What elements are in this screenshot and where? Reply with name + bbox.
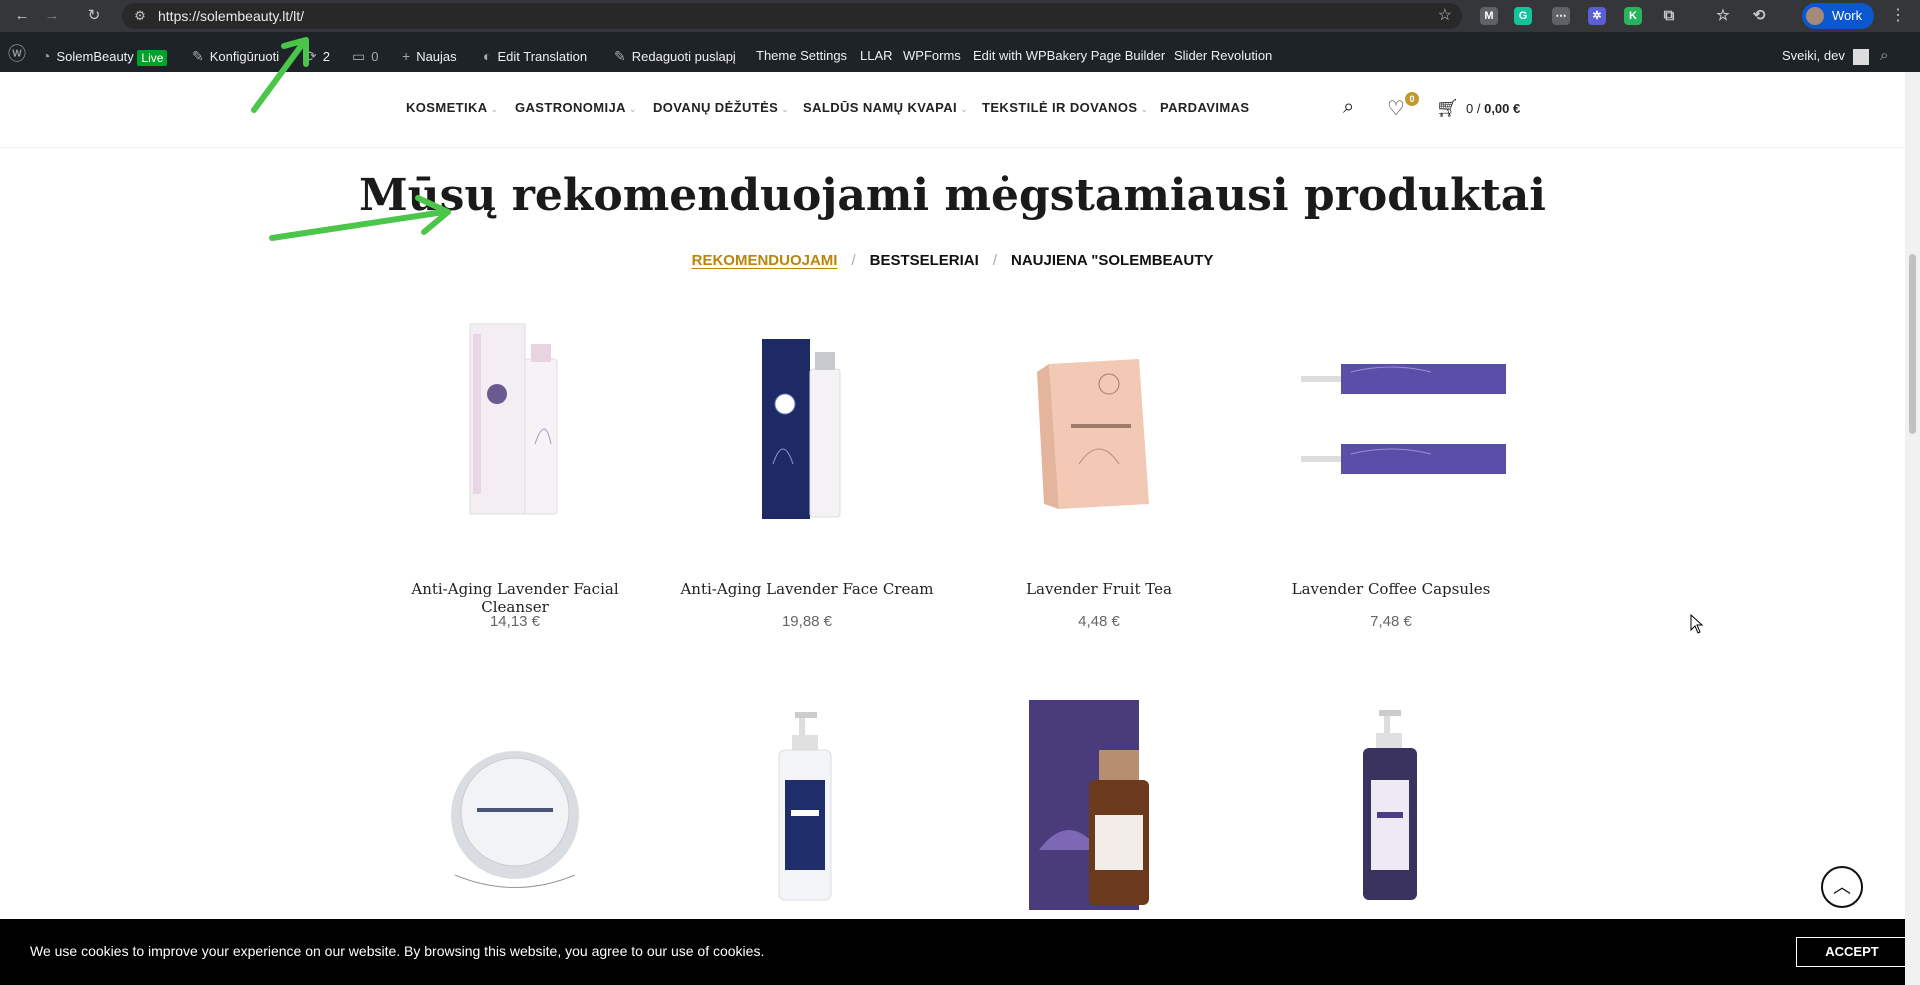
bookmarks-icon[interactable]: ☆ [1714,7,1732,25]
admin-theme-settings[interactable]: Theme Settings [756,32,847,72]
tab-2[interactable]: BESTSELERIAI [870,252,979,269]
product-card[interactable]: Lavender Coffee Capsules 7,48 € [1256,314,1526,630]
nav-item-3[interactable]: DOVANŲ DĖŽUTĖS ⌄ [653,100,789,115]
product-image[interactable] [1291,314,1506,524]
admin-search-icon[interactable]: ⌕ [1880,32,1888,72]
product-card[interactable]: Lavender Fruit Tea 4,48 € [964,314,1234,630]
nav-item-1[interactable]: KOSMETIKA ⌄ [406,100,499,115]
admin-llar[interactable]: LLAR [860,32,893,72]
product-image[interactable] [999,314,1199,524]
page-scrollbar[interactable] [1905,72,1920,985]
product-image[interactable] [999,700,1199,910]
bookmark-star-icon[interactable]: ☆ [1438,7,1452,25]
profile-button[interactable]: Work [1802,3,1874,29]
site-info-icon[interactable]: ⚙ [132,8,148,24]
product-price: 14,13 € [489,613,541,630]
chevron-up-icon: ︿ [1833,877,1851,897]
history-icon[interactable]: ⟲ [1750,7,1768,25]
accept-cookies-button[interactable]: ACCEPT [1796,937,1908,967]
scrollbar-thumb[interactable] [1909,254,1916,434]
browser-menu-icon[interactable]: ⋮ [1890,6,1906,26]
product-price: 7,48 € [1370,613,1412,630]
live-badge: Live [137,49,168,66]
translate-icon: ◐ [483,48,492,64]
admin-wpbakery[interactable]: Edit with WPBakery Page Builder [973,32,1165,72]
chevron-down-icon: ⌄ [960,104,969,114]
wishlist-count-badge: 0 [1405,92,1419,106]
m-extension-icon[interactable]: M [1480,7,1498,25]
product-image[interactable] [415,314,615,524]
ai-extension-icon[interactable]: ✲ [1588,7,1606,25]
plus-icon: + [402,48,411,64]
chevron-down-icon: ⌄ [1140,104,1149,114]
url-text[interactable]: https://solembeauty.lt/lt/ [158,3,304,29]
forward-icon[interactable]: → [42,6,62,26]
product-image[interactable] [1291,700,1491,910]
admin-comments[interactable]: ▭ 0 [352,32,378,72]
avatar [1806,7,1824,25]
tab-3[interactable]: NAUJIENA "SOLEMBEAUTY [1011,252,1213,269]
admin-account[interactable]: Sveiki, dev [1782,32,1869,72]
profile-name: Work [1832,8,1863,23]
product-name[interactable]: Anti-Aging Lavender Facial Cleanser [380,580,650,616]
product-image[interactable] [707,700,907,910]
product-image[interactable] [415,700,615,910]
admin-customize[interactable]: ✎ Konfigūruoti [192,32,279,72]
comment-icon: ▭ [352,48,366,64]
nav-item-4[interactable]: SALDŪS NAMŲ KVAPAI ⌄ [803,100,968,115]
tab-1[interactable]: REKOMENDUOJAMI [692,252,838,269]
product-name[interactable]: Lavender Coffee Capsules [1256,580,1526,598]
admin-slider-revolution[interactable]: Slider Revolution [1174,32,1272,72]
address-bar[interactable]: ⚙ https://solembeauty.lt/lt/ ☆ [122,3,1462,29]
wordpress-logo-icon[interactable]: ⓦ [8,32,26,72]
product-price: 4,48 € [1078,613,1120,630]
chevron-down-icon: ⌄ [628,104,637,114]
cookie-message: We use cookies to improve your experienc… [30,943,765,959]
tab-separator: / [851,252,856,269]
tab-separator: / [992,252,997,269]
reload-icon[interactable]: ↻ [84,6,104,26]
admin-site-name[interactable]: ◔ SolemBeauty Live [42,32,168,72]
mouse-cursor-icon [1690,614,1704,634]
product-card[interactable]: Anti-Aging Lavender Facial Cleanser 14,13… [380,314,650,630]
product-tabs: REKOMENDUOJAMI / BESTSELERIAI / NAUJIENA "SO… [0,252,1905,269]
nav-item-2[interactable]: GASTRONOMIJA ⌄ [515,100,637,115]
product-name[interactable]: Lavender Fruit Tea [964,580,1234,598]
chevron-down-icon: ⌄ [490,104,499,114]
back-to-top-button[interactable]: ︿ [1821,866,1863,908]
dashboard-icon: ◔ [42,48,51,64]
search-icon[interactable]: ⌕ [1343,96,1354,119]
keeper-icon[interactable]: K [1624,7,1642,25]
cart-total[interactable]: 0 / 0,00 € [1466,101,1520,116]
heart-icon[interactable]: ♡ [1387,96,1405,121]
product-price: 19,88 € [781,613,833,630]
wp-admin-bar: ⓦ ◔ SolemBeauty Live ✎ Konfigūruoti ⟳ 2 ▭ 0 … [0,32,1920,72]
site-header: KOSMETIKA ⌄ GASTRONOMIJA ⌄ DOVANŲ DĖŽUTĖS ⌄ SA… [0,72,1905,148]
admin-updates[interactable]: ⟳ 2 [305,32,330,72]
cart-icon[interactable]: 🛒︎ [1436,98,1459,119]
admin-wpforms[interactable]: WPForms [903,32,961,72]
nav-item-6[interactable]: PARDAVIMAS [1160,100,1249,115]
admin-new[interactable]: + Naujas [402,32,457,72]
product-name[interactable]: Anti-Aging Lavender Face Cream [672,580,942,598]
nav-item-5[interactable]: TEKSTILĖ IR DOVANOS ⌄ [982,100,1148,115]
chevron-down-icon: ⌄ [781,104,790,114]
back-icon[interactable]: ← [12,6,32,26]
pencil-icon: ✎ [614,48,626,64]
product-card[interactable]: Anti-Aging Lavender Face Cream 19,88 € [672,314,942,630]
product-image[interactable] [707,314,907,524]
section-title: Mūsų rekomenduojami mėgstamiausi produkt… [358,170,1547,221]
browser-toolbar: ← → ↻ ⚙ https://solembeauty.lt/lt/ ☆ M G… [0,0,1920,32]
cookie-banner: We use cookies to improve your experienc… [0,919,1908,985]
admin-avatar [1852,48,1869,65]
admin-edit-page[interactable]: ✎ Redaguoti puslapį [614,32,736,72]
extensions-puzzle-icon[interactable]: ⧉ [1660,7,1678,25]
admin-edit-translation[interactable]: ◐ Edit Translation [483,32,587,72]
brush-icon: ✎ [192,48,204,64]
updates-icon: ⟳ [305,48,317,64]
more-extension-icon[interactable]: ⋯ [1552,7,1570,25]
grammarly-icon[interactable]: G [1514,7,1532,25]
